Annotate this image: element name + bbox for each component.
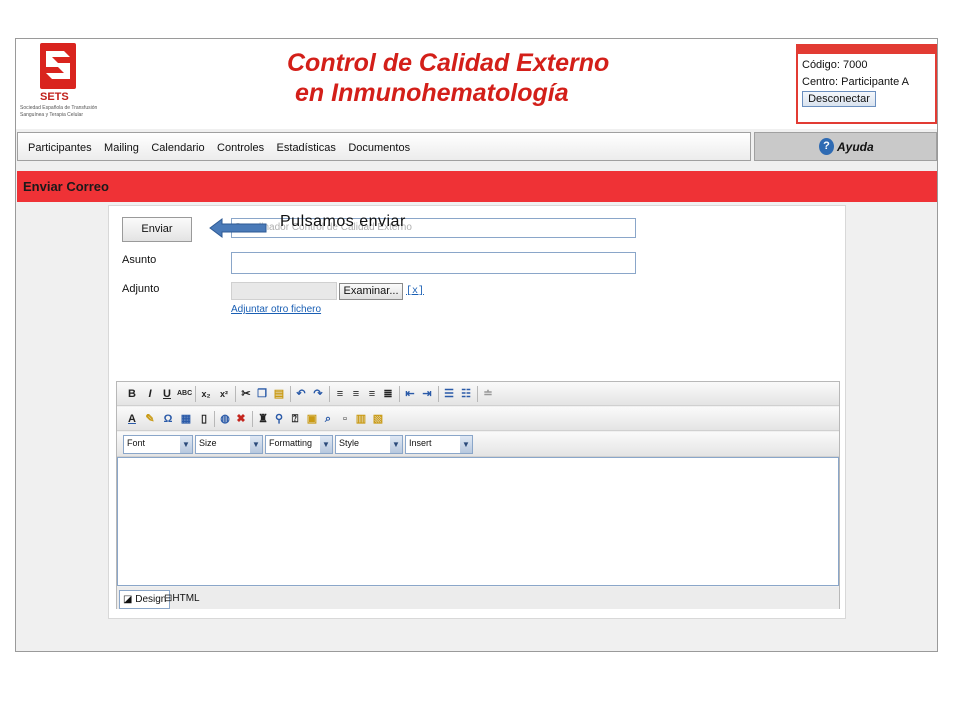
table-icon[interactable]: ▦ (179, 411, 193, 427)
highlight-icon[interactable]: ✎ (143, 411, 157, 427)
nav-item-estadisticas[interactable]: Estadísticas (277, 142, 336, 154)
codigo-label: Código: (802, 59, 840, 71)
attach-file-input[interactable] (231, 282, 337, 300)
browse-button[interactable]: Examinar... (339, 283, 403, 300)
insert-dropdown[interactable]: Insert ▼ (405, 435, 473, 454)
horizontal-rule-icon[interactable]: ≐ (481, 386, 495, 402)
centro-row: Centro: Participante A (802, 76, 935, 88)
chevron-down-icon: ▼ (250, 436, 262, 453)
zoom-icon[interactable]: ⌕ (321, 411, 335, 427)
image-icon[interactable]: ▣ (305, 411, 319, 427)
rich-text-editor: B I U ABC x₂ x² ✂ ❐ ▤ ↶ ↷ ≡ ≡ ≡ ≣ ⇤ ⇥ ☰ … (116, 381, 840, 609)
cut-icon[interactable]: ✂ (239, 386, 253, 402)
editor-toolbar-row-2: A ✎ Ω ▦ ▯ ◍ ✖ ♜ ⚲ ⍰ ▣ ⌕ ▫ ▥ ▧ (117, 407, 839, 431)
superscript-icon[interactable]: x² (217, 386, 231, 402)
special-char-icon[interactable]: Ω (161, 411, 175, 427)
paste-icon[interactable]: ▤ (272, 386, 286, 402)
chevron-down-icon: ▼ (320, 436, 332, 453)
section-title: Enviar Correo (23, 179, 109, 194)
bullet-list-icon[interactable]: ☰ (442, 386, 456, 402)
centro-label: Centro: (802, 76, 839, 88)
main-nav: Participantes Mailing Calendario Control… (17, 132, 751, 161)
send-button[interactable]: Enviar (122, 217, 192, 242)
underline-icon[interactable]: U (160, 386, 174, 402)
align-left-icon[interactable]: ≡ (333, 386, 347, 402)
help-button[interactable]: ? Ayuda (754, 132, 937, 161)
logo-text: SETS (40, 91, 69, 103)
help-label: Ayuda (837, 140, 874, 154)
insert-dropdown-label: Insert (409, 438, 432, 448)
paste-text-icon[interactable]: ▥ (354, 411, 368, 427)
attach-label: Adjunto (122, 283, 160, 295)
nav-item-controles[interactable]: Controles (217, 142, 264, 154)
find-icon[interactable]: ♜ (256, 411, 270, 427)
clean-icon[interactable]: ◍ (218, 411, 232, 427)
font-dropdown-label: Font (127, 438, 146, 448)
centro-value: Participante A (841, 76, 910, 88)
title-line-2: en Inmunohematología (295, 79, 569, 107)
add-attachment-link[interactable]: Adjuntar otro fichero (231, 304, 321, 315)
design-mode-icon: ◪ (123, 594, 133, 605)
font-color-icon[interactable]: A (125, 411, 139, 427)
annotation-text: Pulsamos enviar (280, 213, 406, 230)
title-line-1: Control de Calidad Externo (287, 49, 610, 77)
link-icon[interactable]: ⚲ (272, 411, 286, 427)
outdent-icon[interactable]: ⇤ (403, 386, 417, 402)
remove-attachment-link[interactable]: [x] (406, 286, 424, 297)
form-icon[interactable]: ▯ (197, 411, 211, 427)
numbered-list-icon[interactable]: ☷ (459, 386, 473, 402)
help-doc-icon[interactable]: ⍰ (288, 411, 302, 427)
disconnect-button[interactable]: Desconectar (802, 91, 876, 107)
nav-item-participantes[interactable]: Participantes (28, 142, 92, 154)
redo-icon[interactable]: ↷ (311, 386, 325, 402)
session-box: Código: 7000 Centro: Participante A Desc… (796, 44, 937, 124)
size-dropdown[interactable]: Size ▼ (195, 435, 263, 454)
align-right-icon[interactable]: ≡ (365, 386, 379, 402)
chevron-down-icon: ▼ (460, 436, 472, 453)
remove-format-icon[interactable]: ✖ (234, 411, 248, 427)
align-justify-icon[interactable]: ≣ (381, 386, 395, 402)
paste-word-icon[interactable]: ▧ (371, 411, 385, 427)
editor-content-area[interactable] (117, 457, 839, 586)
nav-item-calendario[interactable]: Calendario (151, 142, 204, 154)
codigo-row: Código: 7000 (802, 59, 935, 71)
nav-item-mailing[interactable]: Mailing (104, 142, 139, 154)
html-mode-tab[interactable]: ⊟HTML (161, 590, 203, 609)
style-dropdown[interactable]: Style ▼ (335, 435, 403, 454)
section-bar: Enviar Correo (17, 171, 937, 202)
logo-mark (40, 43, 76, 89)
session-box-bar (798, 46, 935, 54)
indent-icon[interactable]: ⇥ (420, 386, 434, 402)
editor-toolbar-row-3: Font ▼ Size ▼ Formatting ▼ Style ▼ Inser… (117, 432, 839, 457)
template-icon[interactable]: ▫ (338, 411, 352, 427)
copy-icon[interactable]: ❐ (255, 386, 269, 402)
subject-label: Asunto (122, 254, 157, 266)
subject-input[interactable] (231, 252, 636, 274)
formatting-dropdown-label: Formatting (269, 438, 313, 448)
style-dropdown-label: Style (339, 438, 360, 448)
undo-icon[interactable]: ↶ (294, 386, 308, 402)
strikethrough-icon[interactable]: ABC (177, 386, 192, 402)
align-center-icon[interactable]: ≡ (349, 386, 363, 402)
size-dropdown-label: Size (199, 438, 217, 448)
page-title: Control de Calidad Externo en Inmunohema… (287, 48, 609, 108)
arrow-left-icon (209, 218, 267, 238)
font-dropdown[interactable]: Font ▼ (123, 435, 193, 454)
editor-toolbar-row-1: B I U ABC x₂ x² ✂ ❐ ▤ ↶ ↷ ≡ ≡ ≡ ≣ ⇤ ⇥ ☰ … (117, 382, 839, 406)
page: SETS Sociedad Española de Transfusión Sa… (0, 0, 960, 720)
chevron-down-icon: ▼ (180, 436, 192, 453)
html-mode-label: HTML (172, 593, 200, 604)
italic-icon[interactable]: I (143, 386, 157, 402)
nav-item-documentos[interactable]: Documentos (348, 142, 410, 154)
sets-logo: SETS Sociedad Española de Transfusión Sa… (20, 43, 97, 123)
editor-mode-bar: ◪ Design ⊟HTML (117, 587, 839, 609)
formatting-dropdown[interactable]: Formatting ▼ (265, 435, 333, 454)
codigo-value: 7000 (842, 59, 868, 71)
logo-subtitle: Sociedad Española de Transfusión Sanguín… (20, 105, 98, 118)
chevron-down-icon: ▼ (390, 436, 402, 453)
subscript-icon[interactable]: x₂ (199, 386, 213, 402)
bold-icon[interactable]: B (125, 386, 139, 402)
question-icon: ? (819, 138, 834, 155)
